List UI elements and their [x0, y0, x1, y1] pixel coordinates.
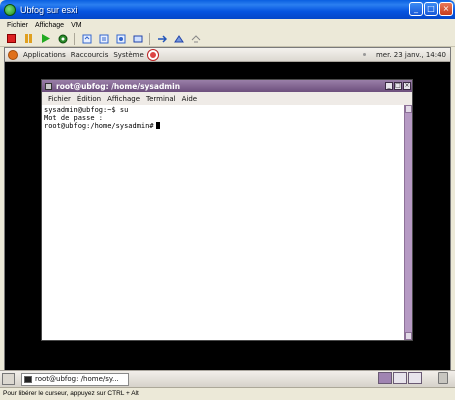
terminal-menu-terminal[interactable]: Terminal: [146, 95, 176, 103]
terminal-window[interactable]: root@ubfog: /home/sysadmin _ □ × Fichier…: [41, 79, 413, 341]
network-icon[interactable]: [156, 33, 167, 44]
snapshot-icon[interactable]: [81, 33, 92, 44]
terminal-titlebar[interactable]: root@ubfog: /home/sysadmin _ □ ×: [42, 80, 412, 92]
notification-dot-icon: [363, 53, 366, 56]
power-off-icon[interactable]: [6, 33, 17, 44]
menu-affichage[interactable]: Affichage: [35, 22, 64, 29]
menu-systeme[interactable]: Système: [113, 51, 143, 59]
outer-window-titlebar[interactable]: Ubfog sur esxi _ □ ×: [0, 0, 455, 19]
play-icon[interactable]: [40, 33, 51, 44]
fullscreen-icon[interactable]: [190, 33, 201, 44]
menu-fichier[interactable]: Fichier: [7, 22, 28, 29]
terminal-icon: [45, 82, 52, 90]
reset-icon[interactable]: [57, 33, 68, 44]
terminal-icon: [24, 375, 32, 383]
terminal-menu-edition[interactable]: Édition: [77, 95, 101, 103]
vm-console[interactable]: Applications Raccourcis Système mer. 23 …: [4, 47, 451, 371]
terminal-prompt: root@ubfog:/home/sysadmin#: [44, 122, 154, 130]
terminal-maximize-button[interactable]: □: [394, 82, 402, 90]
revert-snapshot-icon[interactable]: [98, 33, 109, 44]
ubuntu-logo-icon[interactable]: [8, 49, 18, 60]
menu-raccourcis[interactable]: Raccourcis: [71, 51, 109, 59]
workspace-2[interactable]: [393, 372, 407, 384]
help-icon[interactable]: [147, 49, 158, 60]
toolbar-separator: [149, 32, 150, 45]
workspace-1[interactable]: [378, 372, 392, 384]
terminal-minimize-button[interactable]: _: [385, 82, 393, 90]
show-desktop-icon[interactable]: [2, 373, 15, 385]
terminal-title: root@ubfog: /home/sysadmin: [56, 81, 181, 91]
terminal-scrollbar[interactable]: [404, 105, 412, 340]
close-button[interactable]: ×: [439, 2, 453, 16]
terminal-menu-fichier[interactable]: Fichier: [48, 95, 71, 103]
scroll-down-arrow-icon[interactable]: [405, 332, 412, 340]
trash-icon[interactable]: [438, 372, 448, 384]
terminal-line: Mot de passe :: [44, 113, 104, 122]
taskbar-terminal-button[interactable]: root@ubfog: /home/sy...: [21, 372, 129, 386]
terminal-close-button[interactable]: ×: [403, 82, 411, 90]
terminal-menu-aide[interactable]: Aide: [182, 95, 197, 103]
outer-menubar: Fichier Affichage VM: [0, 19, 455, 31]
menu-applications[interactable]: Applications: [23, 51, 66, 59]
menu-vm[interactable]: VM: [71, 22, 82, 29]
connect-device-icon[interactable]: [132, 33, 143, 44]
outer-window-title: Ubfog sur esxi: [20, 4, 78, 15]
taskbar-terminal-label: root@ubfog: /home/sy...: [35, 375, 119, 383]
settings-icon[interactable]: [173, 33, 184, 44]
manage-snapshots-icon[interactable]: [115, 33, 126, 44]
terminal-menu-affichage[interactable]: Affichage: [107, 95, 140, 103]
workspace-3[interactable]: [408, 372, 422, 384]
terminal-menubar: Fichier Édition Affichage Terminal Aide: [42, 92, 412, 105]
vm-app-icon: [4, 3, 16, 16]
status-bar: Pour libérer le curseur, appuyez sur CTR…: [0, 387, 455, 400]
panel-clock[interactable]: mer. 23 janv., 14:40: [376, 51, 446, 59]
maximize-button[interactable]: □: [424, 2, 438, 16]
pause-icon[interactable]: [23, 33, 34, 44]
vm-toolbar: [0, 31, 455, 47]
toolbar-separator: [74, 32, 75, 45]
terminal-output[interactable]: sysadmin@ubfog:~$ su Mot de passe : root…: [42, 105, 404, 340]
gnome-top-panel: Applications Raccourcis Système mer. 23 …: [5, 48, 450, 62]
scroll-up-arrow-icon[interactable]: [405, 105, 412, 113]
minimize-button[interactable]: _: [409, 2, 423, 16]
terminal-prompt-line: root@ubfog:/home/sysadmin#: [44, 122, 404, 131]
status-text: Pour libérer le curseur, appuyez sur CTR…: [3, 390, 139, 397]
text-cursor: [155, 122, 160, 129]
